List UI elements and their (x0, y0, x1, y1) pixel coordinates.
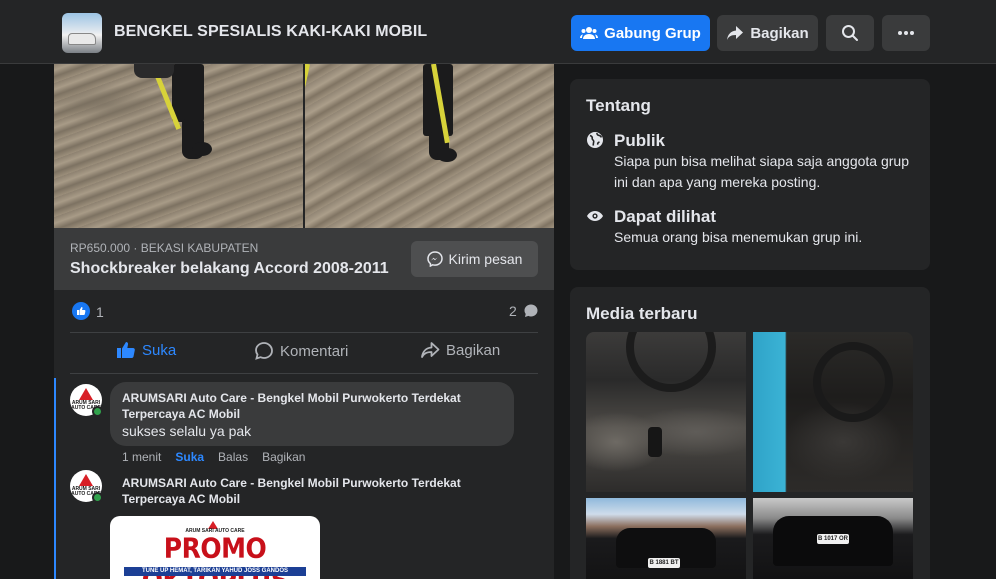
comment-promo-image[interactable]: ARUM SARI AUTO CARE PROMO OKTOPLUS TUNE … (110, 516, 320, 579)
share-icon (421, 342, 440, 358)
share-post-button[interactable]: Bagikan (420, 341, 500, 359)
public-description: Siapa pun bisa melihat siapa saja anggot… (614, 153, 909, 190)
send-message-button[interactable]: Kirim pesan (411, 241, 538, 277)
thumbs-up-icon (117, 342, 135, 358)
comment-count[interactable]: 2 (509, 303, 517, 319)
media-photo-3[interactable]: B 1881 BT (586, 498, 746, 579)
marketplace-post: RP650.000 · BEKASI KABUPATEN Shockbreake… (54, 64, 554, 579)
comment-button[interactable]: Komentari (254, 341, 348, 361)
more-options-button[interactable] (882, 15, 930, 51)
about-card: Tentang Publik Siapa pun bisa melihat si… (570, 79, 930, 270)
globe-icon (587, 132, 603, 148)
comments-section: ARUM SARI AUTO CARE ARUMSARI Auto Care -… (54, 378, 554, 579)
post-actions-bar: Suka Komentari Bagikan (54, 332, 554, 374)
like-reaction-icon[interactable] (72, 302, 90, 320)
comment-reply-link[interactable]: Balas (218, 450, 248, 464)
join-group-button[interactable]: Gabung Grup (571, 15, 710, 51)
license-plate: B 1881 BT (648, 558, 680, 568)
online-status-dot (92, 406, 103, 417)
comment-author[interactable]: ARUMSARI Auto Care - Bengkel Mobil Purwo… (122, 390, 502, 422)
listing-photo-1[interactable] (54, 64, 303, 228)
group-header: BENGKEL SPESIALIS KAKI-KAKI MOBIL Gabung… (0, 0, 996, 64)
license-plate: B 1017 OR (817, 534, 849, 544)
promo-subtitle: TUNE UP HEMAT, TARIKAN YAHUD JOSS GANDOS (124, 567, 306, 576)
comment-time[interactable]: 1 menit (122, 450, 161, 464)
media-title: Media terbaru (586, 304, 698, 323)
online-status-dot (92, 492, 103, 503)
comment-share-link[interactable]: Bagikan (262, 450, 305, 464)
search-icon (842, 25, 858, 41)
share-label: Bagikan (446, 341, 501, 359)
divider (70, 373, 538, 374)
listing-price-location: RP650.000 · BEKASI KABUPATEN (70, 241, 259, 255)
group-cover-thumbnail[interactable] (62, 13, 102, 53)
comment-icon (255, 342, 273, 360)
media-photo-4[interactable]: B 1017 OR (753, 498, 913, 579)
share-arrow-icon (727, 26, 744, 40)
like-count[interactable]: 1 (96, 304, 104, 320)
listing-photo-2[interactable] (305, 64, 554, 228)
visible-title: Dapat dilihat (614, 207, 717, 226)
comment-meta: 1 menit Suka Balas Bagikan (122, 450, 319, 464)
share-group-label: Bagikan (750, 24, 809, 42)
comment-like-link[interactable]: Suka (175, 450, 204, 464)
comment-bubble: ARUMSARI Auto Care - Bengkel Mobil Purwo… (110, 382, 514, 446)
join-group-label: Gabung Grup (604, 24, 701, 42)
send-message-label: Kirim pesan (448, 251, 523, 267)
reactions-summary: 1 2 (54, 290, 554, 332)
about-title: Tentang (586, 96, 651, 115)
listing-title[interactable]: Shockbreaker belakang Accord 2008-2011 (70, 260, 389, 278)
messenger-icon (426, 251, 443, 267)
share-group-button[interactable]: Bagikan (717, 15, 818, 51)
comment-text: sukses selalu ya pak (122, 423, 252, 439)
recent-media-card: Media terbaru B 1881 BT B 1017 OR (570, 287, 930, 579)
people-icon (580, 27, 599, 39)
like-button[interactable]: Suka (116, 341, 176, 359)
comment-label: Komentari (280, 342, 349, 360)
search-button[interactable] (826, 15, 874, 51)
public-title: Publik (614, 131, 666, 150)
like-label: Suka (142, 341, 177, 359)
media-photo-1[interactable] (586, 332, 746, 492)
visible-description: Semua orang bisa menemukan grup ini. (614, 229, 863, 245)
eye-icon (587, 211, 603, 221)
media-photo-2[interactable] (753, 332, 913, 492)
comment-bubble-icon (524, 304, 538, 317)
group-name[interactable]: BENGKEL SPESIALIS KAKI-KAKI MOBIL (114, 23, 427, 41)
comment-author[interactable]: ARUMSARI Auto Care - Bengkel Mobil Purwo… (122, 475, 502, 507)
more-dots-icon (898, 31, 914, 35)
